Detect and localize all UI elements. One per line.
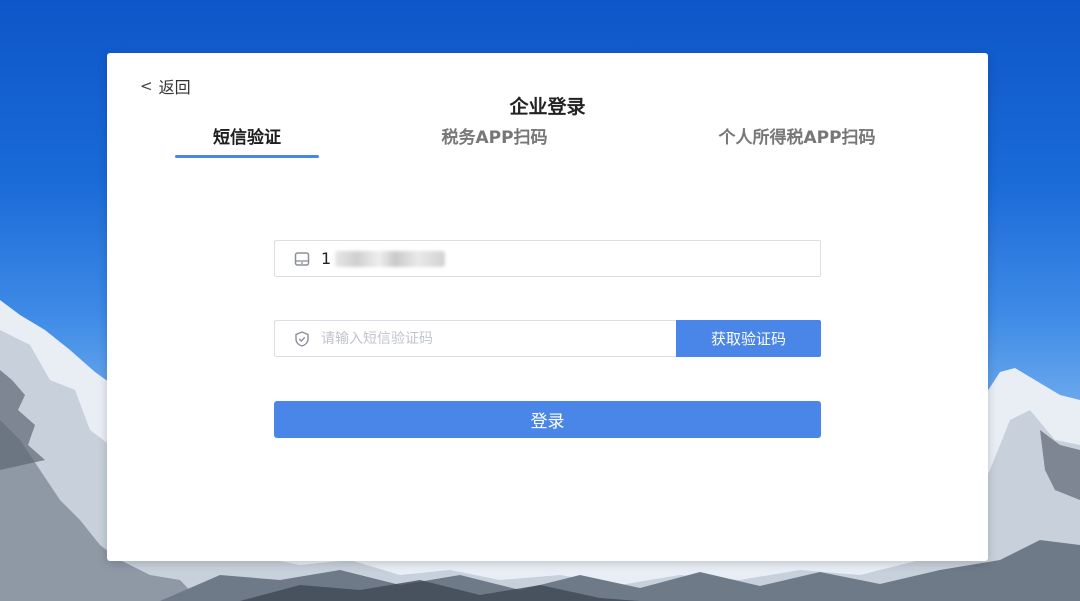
phone-field[interactable]: 1 [274, 240, 821, 277]
phone-number-value: 1 [321, 249, 332, 268]
tab-tax-app-scan[interactable]: 税务APP扫码 [407, 126, 582, 156]
login-button[interactable]: 登录 [274, 401, 821, 438]
page-title: 企业登录 [509, 96, 586, 118]
sms-code-field[interactable] [274, 320, 677, 357]
login-card: < 返回 企业登录 短信验证 税务APP扫码 个人所得税APP扫码 1 获取验证… [107, 53, 988, 561]
shield-check-icon [293, 330, 311, 348]
tab-personal-tax-app-scan[interactable]: 个人所得税APP扫码 [682, 126, 912, 156]
phone-number-redacted [335, 250, 446, 267]
active-tab-indicator [175, 155, 319, 158]
get-code-button[interactable]: 获取验证码 [676, 320, 821, 357]
sms-code-input[interactable] [321, 330, 651, 347]
tab-sms-verification[interactable]: 短信验证 [175, 126, 319, 156]
mobile-phone-icon [293, 250, 311, 268]
